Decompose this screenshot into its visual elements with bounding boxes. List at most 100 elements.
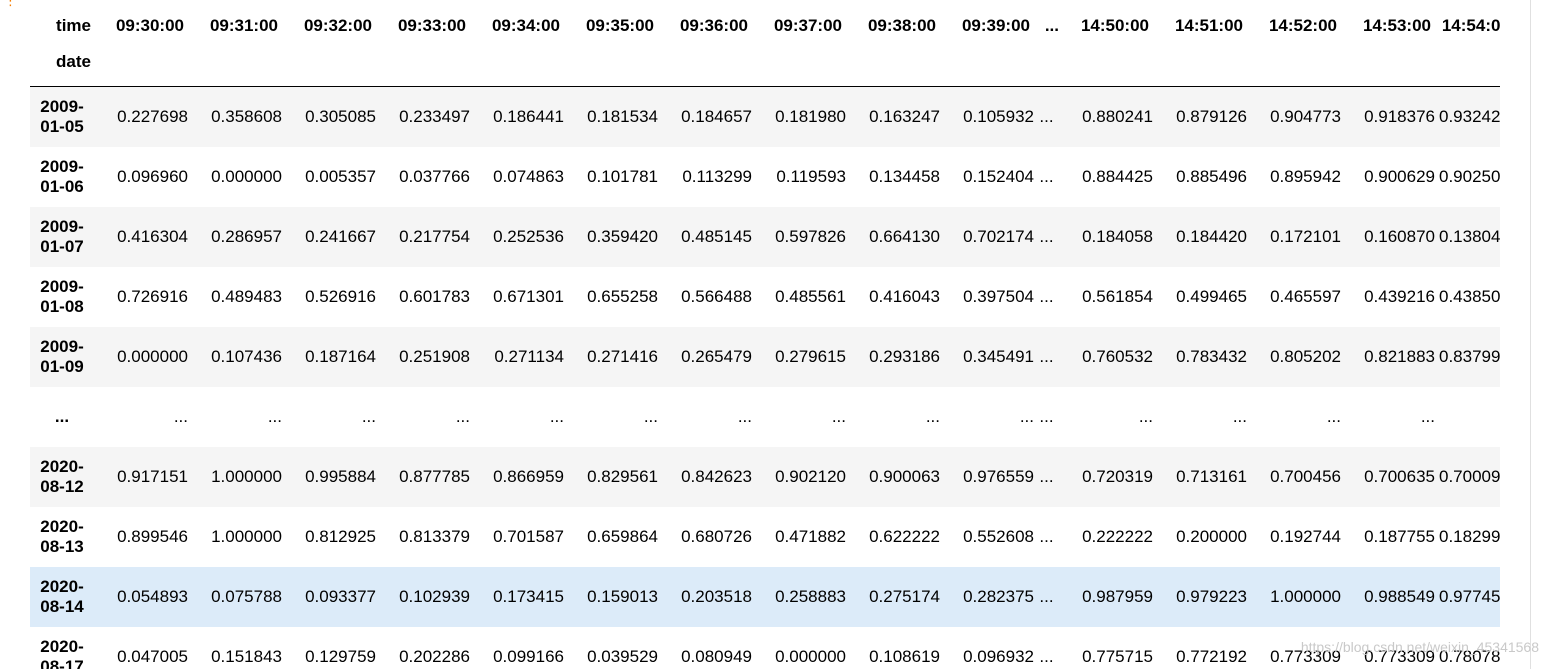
table-cell: 0.217754: [399, 226, 470, 246]
cell-ellipsis: ...: [1039, 286, 1054, 306]
table-cell: 0.258883: [775, 586, 846, 606]
header-spacer: [752, 52, 846, 87]
row-index-date: 2009- 01-08: [40, 276, 84, 316]
cell-prompt-marker[interactable]: ⋮: [4, 0, 17, 7]
column-header: 09:36:00: [679, 16, 748, 35]
table-cell: 0.000000: [117, 346, 188, 366]
table-row: 2020- 08-13 0.899546 1.000000 0.812925 0.8133…: [30, 507, 1500, 567]
table-cell: 0.70009: [1439, 466, 1501, 486]
row-index-date: 2020- 08-13: [40, 516, 84, 556]
column-header: 14:52:00: [1268, 16, 1337, 35]
header-spacer: [1341, 52, 1435, 87]
header-spacer: [1034, 52, 1059, 87]
table-cell: 0.172101: [1270, 226, 1341, 246]
table-cell: 0.160870: [1364, 226, 1435, 246]
table-cell: 0.152404: [963, 166, 1034, 186]
table-cell: 0.664130: [869, 226, 940, 246]
table-cell: 0.701587: [493, 526, 564, 546]
header-spacer: [1247, 52, 1341, 87]
cell-ellipsis: ...: [1039, 526, 1054, 546]
table-cell: 0.096932: [963, 646, 1034, 666]
table-cell: 0.005357: [305, 166, 376, 186]
table-cell: 0.775715: [1082, 646, 1153, 666]
table-cell: 0.107436: [211, 346, 282, 366]
table-cell: ...: [737, 406, 752, 426]
table-cell: 0.485561: [775, 286, 846, 306]
table-cell: 0.293186: [869, 346, 940, 366]
table-cell: 0.359420: [587, 226, 658, 246]
table-cell: 0.18299: [1439, 526, 1501, 546]
row-index-date: 2020- 08-14: [40, 576, 84, 616]
table-cell: 0.305085: [305, 106, 376, 126]
table-cell: 0.987959: [1082, 586, 1153, 606]
table-cell: 0.471882: [775, 526, 846, 546]
row-index-date: 2020- 08-12: [40, 456, 84, 496]
table-cell: 0.97745: [1439, 586, 1501, 606]
table-cell: 0.702174: [963, 226, 1034, 246]
table-cell: 0.345491: [963, 346, 1034, 366]
header-spacer: [188, 52, 282, 87]
table-cell: 0.880241: [1082, 106, 1153, 126]
column-header: 09:39:00: [961, 16, 1030, 35]
table-cell: 0.597826: [775, 226, 846, 246]
table-cell: 0.275174: [869, 586, 940, 606]
row-index-date: 2009- 01-05: [40, 96, 84, 136]
header-spacer: [1153, 52, 1247, 87]
table-cell: 0.181980: [775, 106, 846, 126]
cell-ellipsis: ...: [1039, 226, 1054, 246]
table-cell: 0.163247: [869, 106, 940, 126]
table-cell: 0.489483: [211, 286, 282, 306]
table-cell: 0.113299: [682, 166, 752, 186]
table-body: 2009- 01-05 0.227698 0.358608 0.305085 0.2334…: [30, 86, 1501, 669]
table-cell: 0.054893: [117, 586, 188, 606]
table-cell: 0.783432: [1176, 346, 1247, 366]
table-cell: 0.877785: [399, 466, 470, 486]
table-header: time 09:30:00 09:31:00 09:32:00 09:33:00 09:…: [30, 0, 1501, 87]
table-cell: 1.000000: [1270, 586, 1341, 606]
table-cell: 0.821883: [1364, 346, 1435, 366]
output-scroll-edge: [1530, 0, 1531, 669]
table-cell: ...: [1420, 406, 1435, 426]
table-cell: 0.129759: [305, 646, 376, 666]
column-header: 09:31:00: [209, 16, 278, 35]
table-cell: 0.227698: [117, 106, 188, 126]
table-cell: 0.812925: [305, 526, 376, 546]
table-cell: 0.271416: [587, 346, 658, 366]
cell-ellipsis: ...: [1039, 406, 1054, 426]
table-row: 2009- 01-06 0.096960 0.000000 0.005357 0.0377…: [30, 147, 1500, 207]
table-cell: 0.995884: [305, 466, 376, 486]
column-header: 09:38:00: [867, 16, 936, 35]
table-cell: 0.622222: [869, 526, 940, 546]
table-cell: 0.526916: [305, 286, 376, 306]
column-header-ellipsis: ...: [1044, 16, 1059, 35]
column-header: 09:32:00: [303, 16, 372, 35]
table-cell: 0.83799: [1439, 346, 1501, 366]
table-cell: 0.900063: [869, 466, 940, 486]
table-cell: ...: [1019, 406, 1034, 426]
table-cell: 0.700456: [1270, 466, 1341, 486]
column-header-row: time 09:30:00 09:31:00 09:32:00 09:33:00 09:…: [30, 0, 1500, 52]
dataframe-table: time 09:30:00 09:31:00 09:32:00 09:33:00 09:…: [30, 0, 1501, 669]
column-header: 09:33:00: [397, 16, 466, 35]
table-cell: 0.659864: [587, 526, 658, 546]
table-cell: 0.105932: [963, 106, 1034, 126]
table-cell: ...: [925, 406, 940, 426]
table-cell: 0.000000: [775, 646, 846, 666]
table-cell: 0.286957: [211, 226, 282, 246]
table-cell: 0.713161: [1176, 466, 1247, 486]
table-cell: 0.282375: [963, 586, 1034, 606]
table-cell: 0.074863: [493, 166, 564, 186]
table-cell: 0.151843: [211, 646, 282, 666]
table-cell: 0.988549: [1364, 586, 1435, 606]
header-spacer: [1435, 52, 1500, 87]
table-cell: 0.552608: [963, 526, 1034, 546]
table-cell: 0.184657: [681, 106, 752, 126]
table-cell: 0.187164: [305, 346, 376, 366]
table-cell: 0.203518: [681, 586, 752, 606]
table-row: 2020- 08-14 0.054893 0.075788 0.093377 0.1029…: [30, 566, 1501, 627]
column-header: 09:34:00: [491, 16, 560, 35]
table-cell: 0.885496: [1176, 166, 1247, 186]
table-cell: 0.184420: [1176, 226, 1247, 246]
table-cell: 0.080949: [681, 646, 752, 666]
table-cell: 0.159013: [587, 586, 658, 606]
